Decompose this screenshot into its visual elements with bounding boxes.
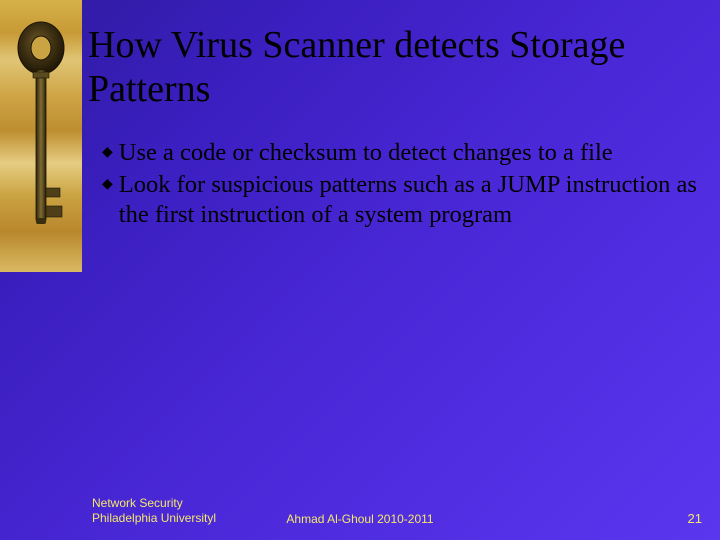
diamond-bullet-icon: ◆	[102, 170, 113, 200]
footer-center: Ahmad Al-Ghoul 2010-2011	[0, 512, 720, 526]
bullet-text: Look for suspicious patterns such as a J…	[119, 170, 702, 230]
footer-left-line1: Network Security	[92, 496, 216, 511]
key-icon	[13, 18, 69, 248]
slide: How Virus Scanner detects Storage Patter…	[0, 0, 720, 540]
slide-body: ◆ Use a code or checksum to detect chang…	[102, 138, 702, 232]
bullet-text: Use a code or checksum to detect changes…	[119, 138, 702, 168]
page-number: 21	[688, 511, 702, 526]
key-image-strip	[0, 0, 82, 272]
slide-title: How Virus Scanner detects Storage Patter…	[88, 24, 700, 111]
bullet-item: ◆ Look for suspicious patterns such as a…	[102, 170, 702, 230]
diamond-bullet-icon: ◆	[102, 138, 113, 168]
slide-footer: Network Security Philadelphia University…	[0, 486, 720, 526]
bullet-item: ◆ Use a code or checksum to detect chang…	[102, 138, 702, 168]
